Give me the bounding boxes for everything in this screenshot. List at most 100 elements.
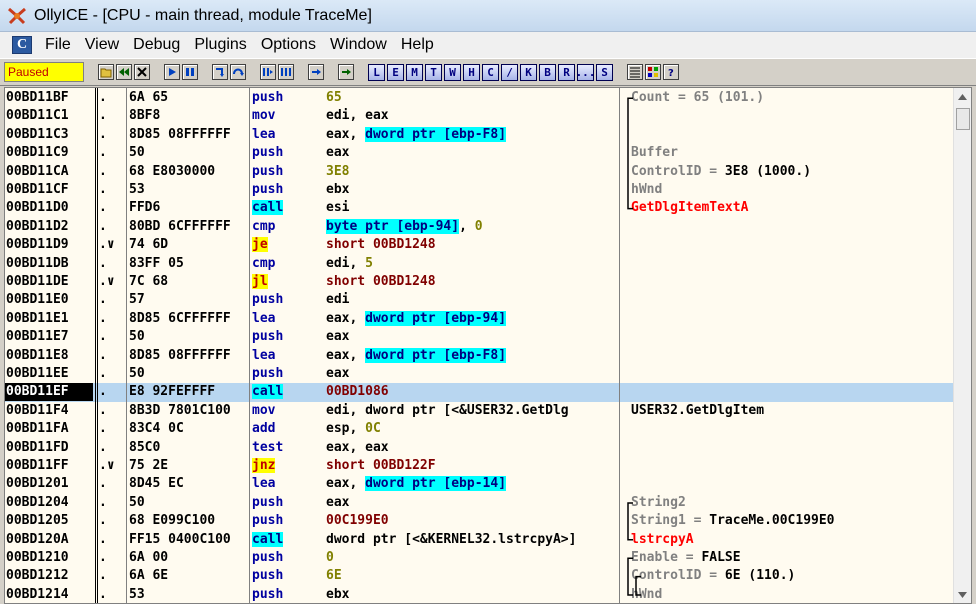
disasm-row[interactable]: 00BD11FF .∨ 75 2E jnz short 00BD122F	[5, 457, 955, 475]
handles-window-button[interactable]: H	[463, 63, 480, 81]
disasm-row[interactable]: 00BD1210. 6A 00 push 0 Enable = FALSE	[5, 549, 955, 567]
hex-dump: 6A 65	[129, 90, 169, 105]
close-icon[interactable]	[134, 64, 150, 80]
disasm-row[interactable]: 00BD11EE. 50 push eax	[5, 365, 955, 383]
disasm-row[interactable]: 00BD1212. 6A 6E push 6E ControlID = 6E (110.…	[5, 567, 955, 585]
open-icon[interactable]	[98, 64, 114, 80]
menu-options[interactable]: Options	[254, 36, 323, 54]
menu-view[interactable]: View	[78, 36, 126, 54]
step-over-icon[interactable]	[230, 64, 246, 80]
call-stack-window-button[interactable]: K	[520, 63, 537, 81]
cpu-window-icon[interactable]: C	[12, 36, 32, 54]
comment: String2	[631, 494, 951, 512]
disasm-row[interactable]: 00BD11CA. 68 E8030000 push 3E8 ControlID = 3…	[5, 163, 955, 181]
column-separator	[619, 88, 620, 603]
jump-marker: .	[99, 586, 107, 602]
disasm-row[interactable]: 00BD11C9. 50 push eax Buffer	[5, 144, 955, 162]
cpu-window-button[interactable]: C	[482, 63, 499, 81]
scroll-up-icon[interactable]	[954, 88, 971, 105]
rewind-icon[interactable]	[116, 64, 132, 80]
mnemonic-cell: push	[252, 144, 302, 162]
disasm-row[interactable]: 00BD11FA. 83C4 0C add esp, 0C	[5, 420, 955, 438]
disasm-row[interactable]: 00BD1205. 68 E099C100 push 00C199E0 String1 …	[5, 512, 955, 530]
source-window-button[interactable]: S	[596, 63, 613, 81]
mnemonic-cell: push	[252, 328, 302, 346]
disasm-row[interactable]: 00BD11BF. 6A 65 push 65 Count = 65 (101.)	[5, 89, 955, 107]
address: 00BD11FA	[6, 421, 69, 437]
jump-marker: .	[99, 310, 107, 326]
comment: ControlID = 3E8 (1000.)	[631, 163, 951, 181]
jump-marker: .	[99, 531, 107, 547]
disasm-row[interactable]: 00BD1204. 50 push eax String2	[5, 494, 955, 512]
disasm-row[interactable]: 00BD11DE .∨ 7C 68 jl short 00BD1248	[5, 273, 955, 291]
trace-into-icon[interactable]	[260, 64, 276, 80]
pause-icon[interactable]	[182, 64, 198, 80]
help-icon[interactable]: ?	[663, 64, 679, 80]
threads-window-button[interactable]: T	[425, 63, 442, 81]
menu-window[interactable]: Window	[323, 36, 394, 54]
disasm-row[interactable]: 00BD11EF. E8 92FEFFFF call 00BD1086	[5, 383, 955, 402]
mnemonic-cell: call	[252, 199, 302, 217]
operands: eax, eax	[326, 439, 619, 457]
mnemonic: push	[252, 329, 284, 345]
disasm-row[interactable]: 00BD11D0. FFD6 call esi GetDlgItemTextA	[5, 199, 955, 217]
goto-icon[interactable]	[338, 64, 354, 80]
disasm-row[interactable]: 00BD11E1. 8D85 6CFFFFFF lea eax, dword ptr …	[5, 310, 955, 328]
disasm-row[interactable]: 00BD1201. 8D45 EC lea eax, dword ptr [ebp-1…	[5, 475, 955, 493]
mnemonic: jnz	[252, 458, 276, 473]
list-icon[interactable]	[627, 64, 643, 80]
comment-part: TraceMe.00C199E0	[709, 513, 835, 529]
menu-debug[interactable]: Debug	[126, 36, 187, 54]
operands: eax	[326, 328, 619, 346]
run-icon[interactable]	[164, 64, 180, 80]
jump-marker: .	[99, 292, 107, 308]
windows-window-button[interactable]: W	[444, 63, 461, 81]
disasm-row[interactable]: 00BD11E7. 50 push eax	[5, 328, 955, 346]
operand-part: edi, dword ptr [<&USER32.GetDlg	[326, 402, 569, 418]
operand-part: 5	[365, 255, 373, 271]
trace-over-icon[interactable]	[278, 64, 294, 80]
disasm-row[interactable]: 00BD11F4. 8B3D 7801C100 mov edi, dword ptr …	[5, 402, 955, 420]
operand-part: eax	[326, 494, 350, 510]
vertical-scrollbar[interactable]	[953, 88, 971, 603]
step-into-icon[interactable]	[212, 64, 228, 80]
operands: byte ptr [ebp-94], 0	[326, 218, 619, 236]
disasm-row[interactable]: 00BD1214. 53 push ebx hWnd	[5, 586, 955, 603]
disassembly-pane[interactable]: 00BD11BF. 6A 65 push 65 Count = 65 (101.) 00B…	[4, 87, 972, 604]
scroll-down-icon[interactable]	[954, 586, 971, 603]
disasm-row[interactable]: 00BD120A. FF15 0400C100 call dword ptr [<&K…	[5, 531, 955, 549]
mnemonic-cell: push	[252, 181, 302, 199]
operand-part: edi, eax	[326, 108, 389, 124]
menu-file[interactable]: File	[38, 36, 78, 54]
mnemonic: cmp	[252, 218, 276, 234]
scroll-thumb[interactable]	[956, 108, 970, 130]
disasm-row[interactable]: 00BD11FD. 85C0 test eax, eax	[5, 439, 955, 457]
menu-plugins[interactable]: Plugins	[187, 36, 253, 54]
disasm-row[interactable]: 00BD11D2. 80BD 6CFFFFFF cmp byte ptr [ebp-9…	[5, 218, 955, 236]
hex-dump: 68 E8030000	[129, 163, 216, 179]
operands: 00BD1086	[326, 383, 619, 401]
references-window-button[interactable]: R	[558, 63, 575, 81]
disasm-row[interactable]: 00BD11E8. 8D85 08FFFFFF lea eax, dword ptr …	[5, 347, 955, 365]
mnemonic-cell: lea	[252, 126, 302, 144]
modules-window-button[interactable]: E	[387, 63, 404, 81]
mnemonic: lea	[252, 310, 276, 326]
breakpoints-window-button[interactable]: B	[539, 63, 556, 81]
disasm-row[interactable]: 00BD11DB. 83FF 05 cmp edi, 5	[5, 255, 955, 273]
execute-till-return-icon[interactable]	[308, 64, 324, 80]
patches-window-button[interactable]: /	[501, 63, 518, 81]
disasm-row[interactable]: 00BD11C1. 8BF8 mov edi, eax	[5, 107, 955, 125]
mnemonic-cell: push	[252, 567, 302, 585]
run-trace-window-button[interactable]: ...	[576, 63, 595, 81]
disasm-row[interactable]: 00BD11CF. 53 push ebx hWnd	[5, 181, 955, 199]
log-window-button[interactable]: L	[368, 63, 385, 81]
disasm-row[interactable]: 00BD11E0. 57 push edi	[5, 291, 955, 309]
mnemonic-cell: cmp	[252, 255, 302, 273]
menu-help[interactable]: Help	[394, 36, 441, 54]
grid-icon[interactable]	[645, 64, 661, 80]
disasm-row[interactable]: 00BD11D9 .∨ 74 6D je short 00BD1248	[5, 236, 955, 254]
operands: ebx	[326, 586, 619, 603]
mnemonic: add	[252, 421, 276, 437]
memory-window-button[interactable]: M	[406, 63, 423, 81]
disasm-row[interactable]: 00BD11C3. 8D85 08FFFFFF lea eax, dword ptr …	[5, 126, 955, 144]
